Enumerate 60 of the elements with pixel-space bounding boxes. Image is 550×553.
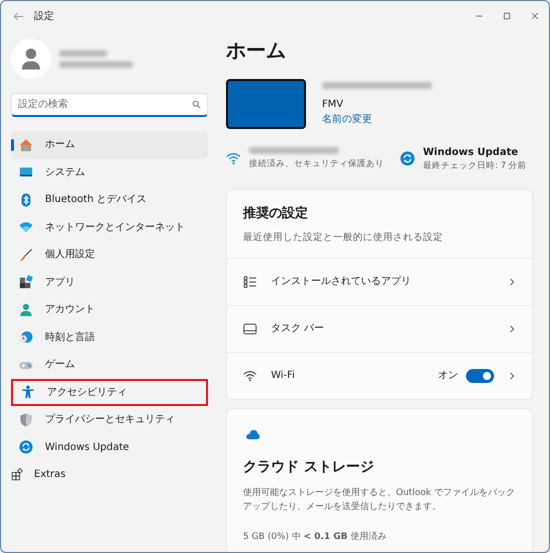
- search-icon: [192, 100, 201, 109]
- row-label: Wi-Fi: [271, 369, 296, 383]
- nav-item[interactable]: アプリ: [11, 268, 208, 296]
- taskbar-icon: [243, 322, 257, 336]
- globe-clock-icon: [19, 330, 33, 344]
- apps-icon: [19, 275, 33, 290]
- nav-item[interactable]: Windows Update: [11, 434, 208, 461]
- status-title: Windows Update: [423, 146, 520, 160]
- nav-item[interactable]: 時刻と言語: [11, 324, 208, 351]
- status-detail: 接続済み、セキュリティ保護あり: [249, 158, 384, 171]
- card-title: 推奨の設定: [243, 204, 309, 223]
- puzzle-grid-icon: [11, 468, 24, 482]
- card-subtitle: 最近使用した設定と一般的に使用される設定: [243, 231, 444, 246]
- person-icon: [19, 302, 33, 317]
- shield-icon: [19, 412, 33, 427]
- nav-item[interactable]: システム: [11, 158, 208, 186]
- toggle-switch[interactable]: [466, 368, 494, 382]
- row-label: インストールされているアプリ: [271, 274, 412, 289]
- chevron-right-icon: [508, 278, 516, 286]
- nav-item[interactable]: ゲーム: [11, 351, 208, 378]
- nav-item[interactable]: 個人用設定: [11, 241, 208, 268]
- wifi-icon: [19, 220, 33, 234]
- nav-item[interactable]: ネットワークとインターネット: [11, 214, 208, 241]
- row-label: タスク バー: [271, 322, 326, 336]
- close-icon[interactable]: [530, 11, 540, 21]
- nav-item[interactable]: アクセシビリティ: [11, 378, 208, 406]
- chevron-right-icon: [508, 324, 516, 332]
- monitor-icon: [19, 165, 33, 180]
- card-description: 使用可能なストレージを使用すると、Outlook でファイルをバックアップしたり、メールを送受信したりできます。: [243, 486, 516, 514]
- blurred-name: [59, 50, 107, 57]
- wifi-icon: [243, 368, 257, 382]
- paintbrush-icon: [19, 248, 33, 262]
- nav-item[interactable]: アカウント: [11, 296, 208, 324]
- nav-item[interactable]: ホーム: [11, 131, 208, 158]
- nav-item[interactable]: プライバシーとセキュリティ: [11, 406, 208, 434]
- status-detail: 最終チェック日時: 7 分前: [423, 160, 527, 173]
- card-title: クラウド ストレージ: [243, 458, 375, 476]
- extras-item[interactable]: Extras: [11, 461, 72, 488]
- chevron-right-icon: [508, 372, 516, 380]
- house-icon: [19, 138, 33, 152]
- page-title: ホーム: [226, 37, 287, 64]
- settings-row[interactable]: Wi-Fi オン: [227, 352, 532, 398]
- person-icon: [19, 47, 43, 71]
- rename-link[interactable]: 名前の変更: [322, 112, 432, 126]
- settings-row[interactable]: インストールされているアプリ: [227, 258, 532, 304]
- window-title: 設定: [34, 10, 54, 24]
- settings-row[interactable]: タスク バー: [227, 304, 532, 352]
- sync-icon: [400, 151, 415, 166]
- storage-usage: 5 GB (0%) 中 < 0.1 GB 使用済み: [243, 530, 388, 544]
- toggle-label: オン: [438, 369, 458, 383]
- maximize-icon[interactable]: [502, 11, 512, 21]
- back-arrow-icon[interactable]: [13, 10, 24, 22]
- nav-item[interactable]: Bluetooth とデバイス: [11, 186, 208, 214]
- sync-icon: [19, 440, 33, 454]
- bluetooth-icon: [19, 192, 33, 207]
- wifi-icon: [226, 151, 241, 166]
- accessibility-icon: [21, 385, 35, 400]
- search-field[interactable]: 設定の検索: [11, 93, 208, 117]
- list-icon: [243, 274, 257, 288]
- device-model: FMV: [322, 98, 344, 112]
